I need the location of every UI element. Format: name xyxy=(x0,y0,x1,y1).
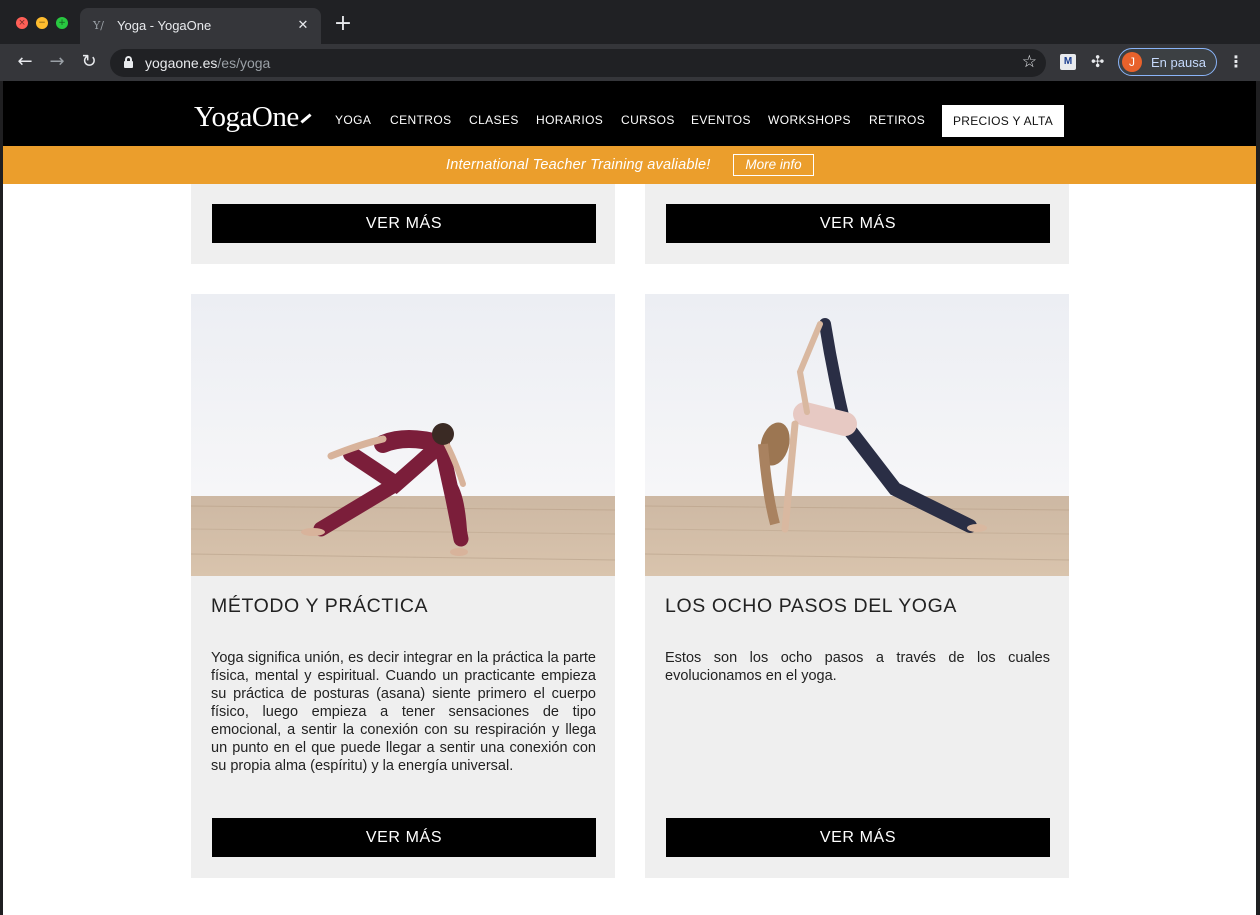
url-host: yogaone.es xyxy=(145,55,218,71)
nav-item-horarios[interactable]: HORARIOS xyxy=(536,113,603,127)
url-path: /es/yoga xyxy=(217,55,271,71)
profile-button[interactable]: J En pausa xyxy=(1118,48,1217,76)
tab-title: Yoga - YogaOne xyxy=(117,18,212,33)
logo-text: YogaOne xyxy=(194,101,299,133)
browser-tab-strip: × − + Y/ Yoga - YogaOne ✕ + xyxy=(0,0,1260,44)
maximize-window-button[interactable]: + xyxy=(56,17,68,29)
close-window-button[interactable]: × xyxy=(16,17,28,29)
site-header: YogaOne YOGA CENTROS CLASES HORARIOS CUR… xyxy=(3,81,1256,146)
page-viewport: YogaOne YOGA CENTROS CLASES HORARIOS CUR… xyxy=(3,81,1256,915)
kebab-menu-icon[interactable]: ⋮ xyxy=(1228,52,1244,72)
maximize-icon: + xyxy=(58,18,66,28)
promo-text: International Teacher Training avaliable… xyxy=(446,157,711,173)
ver-mas-button[interactable]: VER MÁS xyxy=(212,818,596,857)
nav-item-clases[interactable]: CLASES xyxy=(469,113,519,127)
card-title: LOS OCHO PASOS DEL YOGA xyxy=(665,595,957,617)
nav-item-centros[interactable]: CENTROS xyxy=(390,113,451,127)
extension-m-icon[interactable]: M xyxy=(1060,54,1076,70)
more-info-button[interactable]: More info xyxy=(733,154,814,176)
card-metodo-practica: MÉTODO Y PRÁCTICA Yoga significa unión, … xyxy=(191,294,615,878)
ver-mas-button[interactable]: VER MÁS xyxy=(212,204,596,243)
nav-item-eventos[interactable]: EVENTOS xyxy=(691,113,751,127)
extensions-puzzle-icon[interactable]: ✣ xyxy=(1091,52,1104,71)
new-tab-button[interactable]: + xyxy=(333,13,353,35)
browser-toolbar: ← → ↻ yogaone.es/es/yoga ☆ M ✣ J En paus… xyxy=(0,44,1260,81)
tab-close-icon[interactable]: ✕ xyxy=(295,17,311,33)
yoga-pose-photo-woman-burgundy xyxy=(191,294,615,576)
back-arrow-icon[interactable]: ← xyxy=(14,51,36,73)
avatar: J xyxy=(1122,52,1142,72)
pricing-signup-button[interactable]: PRECIOS Y ALTA xyxy=(942,105,1064,137)
promo-banner: International Teacher Training avaliable… xyxy=(3,146,1256,184)
card-top-right: VER MÁS xyxy=(645,184,1069,264)
card-description: Yoga significa unión, es decir integrar … xyxy=(211,650,596,774)
address-bar[interactable]: yogaone.es/es/yoga ☆ xyxy=(110,49,1046,77)
card-top-left: VER MÁS xyxy=(191,184,615,264)
reload-icon[interactable]: ↻ xyxy=(78,51,100,73)
forward-arrow-icon[interactable]: → xyxy=(46,51,68,73)
ver-mas-button[interactable]: VER MÁS xyxy=(666,818,1050,857)
close-icon: × xyxy=(18,18,26,28)
yoga-pose-photo-woman-side-plank xyxy=(645,294,1069,576)
minimize-window-button[interactable]: − xyxy=(36,17,48,29)
minimize-icon: − xyxy=(38,18,46,28)
logo-mark-icon xyxy=(300,113,312,124)
card-ocho-pasos: LOS OCHO PASOS DEL YOGA Estos son los oc… xyxy=(645,294,1069,878)
nav-item-cursos[interactable]: CURSOS xyxy=(621,113,675,127)
nav-item-workshops[interactable]: WORKSHOPS xyxy=(768,113,851,127)
nav-item-retiros[interactable]: RETIROS xyxy=(869,113,925,127)
lock-icon[interactable] xyxy=(124,56,133,69)
profile-status-label: En pausa xyxy=(1151,55,1206,70)
card-title: MÉTODO Y PRÁCTICA xyxy=(211,595,429,617)
card-description: Estos son los ocho pasos a través de los… xyxy=(665,650,1050,684)
url-text[interactable]: yogaone.es/es/yoga xyxy=(145,55,270,71)
yogaone-favicon-icon: Y/ xyxy=(93,19,104,32)
ver-mas-button[interactable]: VER MÁS xyxy=(666,204,1050,243)
site-logo[interactable]: YogaOne xyxy=(194,101,312,134)
browser-tab-active[interactable]: Y/ Yoga - YogaOne ✕ xyxy=(80,8,321,44)
bookmark-star-icon[interactable]: ☆ xyxy=(1022,52,1037,72)
nav-item-yoga[interactable]: YOGA xyxy=(335,113,371,127)
